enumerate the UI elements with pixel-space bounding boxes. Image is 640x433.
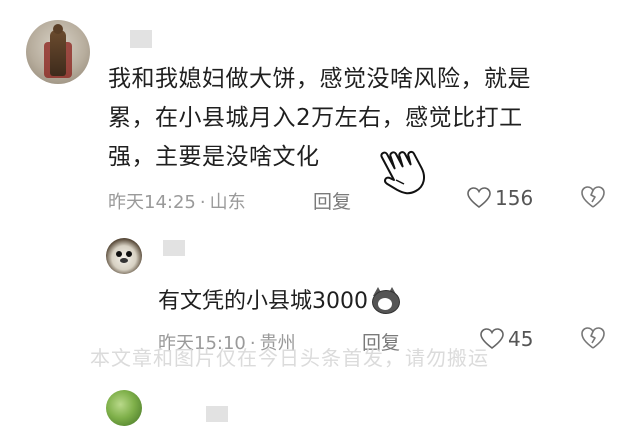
reply-avatar[interactable] bbox=[106, 238, 142, 274]
broken-heart-icon[interactable] bbox=[580, 326, 606, 354]
husky-emoji-icon bbox=[370, 287, 400, 314]
comment-text-line: 累，在小县城月入2万左右，感觉比打工 bbox=[108, 105, 523, 131]
comment-text: 我和我媳妇做大饼，感觉没啥风险，就是 累，在小县城月入2万左右，感觉比打工 强，… bbox=[108, 60, 608, 177]
comment-meta: 昨天14:25 · 山东 bbox=[108, 188, 246, 214]
comment-avatar[interactable] bbox=[26, 20, 90, 84]
comment-text-line: 强，主要是没啥文化 bbox=[108, 144, 320, 170]
broken-heart-icon[interactable] bbox=[580, 185, 606, 213]
comment-like-button[interactable]: 156 bbox=[467, 186, 533, 210]
comment-username-blurred[interactable] bbox=[130, 30, 152, 48]
comment-location: 山东 bbox=[209, 192, 246, 213]
third-username-blurred[interactable] bbox=[206, 406, 228, 422]
watermark-text: 本文章和图片仅在今日头条首发，请勿搬运 bbox=[90, 346, 489, 370]
third-comment-avatar[interactable] bbox=[106, 390, 142, 426]
reply-text-content: 有文凭的小县城3000 bbox=[158, 289, 368, 314]
reply-username-blurred[interactable] bbox=[163, 240, 185, 256]
comment-like-count: 156 bbox=[495, 186, 534, 210]
heart-outline-icon bbox=[467, 187, 491, 209]
reply-text: 有文凭的小县城3000 bbox=[158, 283, 400, 315]
reply-like-count: 45 bbox=[508, 327, 534, 351]
comment-text-line: 我和我媳妇做大饼，感觉没啥风险，就是 bbox=[108, 66, 531, 92]
comment-reply-button[interactable]: 回复 bbox=[313, 187, 351, 214]
meta-separator: · bbox=[199, 192, 206, 213]
hand-pointer-icon bbox=[380, 140, 438, 200]
comment-time: 昨天14:25 bbox=[108, 192, 196, 213]
